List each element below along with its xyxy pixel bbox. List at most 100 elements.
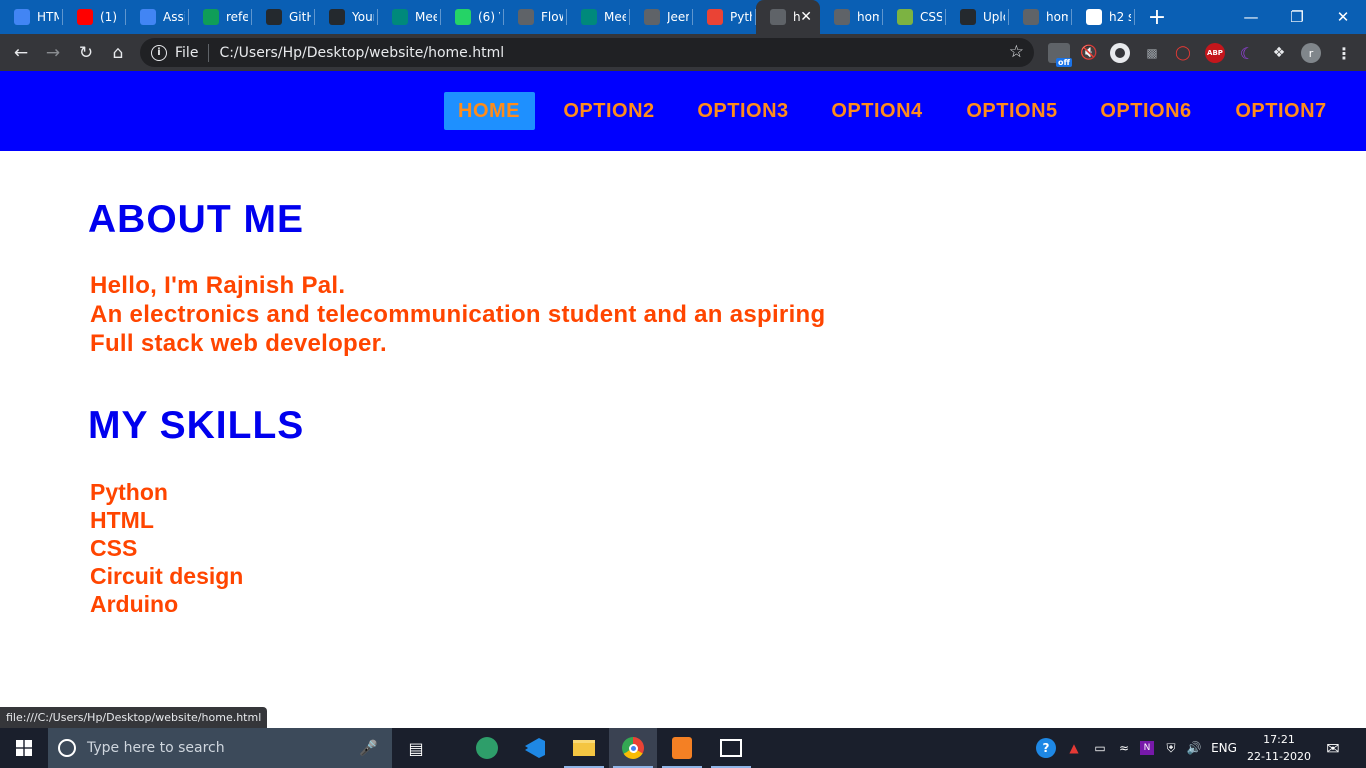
nav-item-option2[interactable]: OPTION2 [554,92,664,130]
stats-extension-icon[interactable]: ▩ [1142,43,1162,63]
browser-tab[interactable]: refer [189,0,252,34]
tab-title: (1) N [100,10,122,24]
file-explorer-icon[interactable] [560,728,608,768]
address-bar[interactable]: i File C:/Users/Hp/Desktop/website/home.… [140,38,1034,67]
battery-icon[interactable]: ▭ [1090,728,1110,768]
windows-taskbar: Type here to search 🎤 ▤ ? ▲ ▭ ≈ N ⛨ 🔊 EN… [0,728,1366,768]
record-extension-icon[interactable] [1110,43,1130,63]
nav-item-option6[interactable]: OPTION6 [1091,92,1201,130]
bookmark-star-icon[interactable]: ☆ [1009,42,1024,62]
vscode-app-icon[interactable] [511,728,559,768]
globe-icon [834,9,850,25]
browser-tab[interactable]: hom [820,0,883,34]
globe-icon [644,9,660,25]
chrome-app-icon[interactable] [609,728,657,768]
extensions-puzzle-icon[interactable]: ❖ [1269,43,1289,63]
nav-item-option7[interactable]: OPTION7 [1226,92,1336,130]
tab-list: HTM (1) N Assi refer GitH Your Mee (6) V Flow Mee… [0,0,1135,34]
about-line: An electronics and telecommunication stu… [90,301,826,328]
forward-button[interactable]: → [40,40,66,66]
nav-item-option3[interactable]: OPTION3 [688,92,798,130]
back-button[interactable]: ← [8,40,34,66]
skill-item: Arduino [90,591,179,617]
menu-kebab-icon[interactable]: ⋮ [1334,43,1354,63]
taskbar-search[interactable]: Type here to search 🎤 [48,728,392,768]
dark-mode-icon[interactable]: ☾ [1237,43,1257,63]
info-icon[interactable]: i [151,44,167,61]
start-button[interactable] [0,728,48,768]
address-scheme-label: File [175,44,199,61]
about-line: Hello, I'm Rajnish Pal. [90,272,346,299]
search-placeholder: Type here to search [87,740,225,756]
tab-title: Uplo [983,10,1005,24]
tab-title: Mee [415,10,437,24]
browser-tab[interactable]: Your [315,0,378,34]
tab-title: refer [226,10,248,24]
browser-tab[interactable]: Assi [126,0,189,34]
globe-icon [1023,9,1039,25]
browser-tab[interactable]: Jeen [630,0,693,34]
tab-title: Flow [541,10,563,24]
tab-title: GitH [289,10,311,24]
browser-tab[interactable]: h2 s [1072,0,1135,34]
browser-tab[interactable]: (6) V [441,0,504,34]
chatgpt-app-icon[interactable] [463,728,511,768]
microphone-icon[interactable]: 🎤 [359,739,378,757]
acrobat-icon[interactable]: ▲ [1064,728,1084,768]
clock-time: 17:21 [1263,733,1295,746]
tab-title: (6) V [478,10,500,24]
onenote-icon[interactable]: N [1138,728,1156,768]
github-icon [329,9,345,25]
notifications-icon[interactable]: ✉ [1320,728,1346,768]
about-heading: ABOUT ME [88,198,304,241]
tab-title: Jeen [667,10,689,24]
nav-item-home[interactable]: HOME [443,92,535,130]
volume-icon[interactable]: 🔊 [1184,728,1204,768]
docs-icon [140,9,156,25]
profile-avatar[interactable]: r [1301,43,1321,63]
browser-tab[interactable]: GitH [252,0,315,34]
sublime-app-icon[interactable] [658,728,706,768]
browser-tab[interactable]: h ✕ [756,0,820,34]
skill-item: Python [90,479,168,505]
browser-tab[interactable]: HTM [0,0,63,34]
new-tab-button[interactable]: + [1135,0,1179,34]
mouse-extension-icon[interactable]: ◯ [1173,43,1193,63]
browser-tab[interactable]: Pyth [693,0,756,34]
nav-item-option5[interactable]: OPTION5 [957,92,1067,130]
language-indicator[interactable]: ENG [1208,728,1240,768]
gmail-icon [707,9,723,25]
browser-tab[interactable]: Flow [504,0,567,34]
browser-tab[interactable]: CSS [883,0,946,34]
address-url[interactable]: C:/Users/Hp/Desktop/website/home.html [219,45,504,61]
extension-toggle-icon[interactable]: off [1048,43,1072,67]
mute-tab-icon[interactable]: 🔇 [1079,43,1099,63]
browser-tab[interactable]: Mee [567,0,630,34]
nav-item-option4[interactable]: OPTION4 [822,92,932,130]
skill-item: CSS [90,535,138,561]
wifi-icon[interactable]: ≈ [1114,728,1134,768]
restore-button[interactable]: ❐ [1274,0,1320,34]
browser-tab[interactable]: Mee [378,0,441,34]
google-icon [1086,9,1102,25]
globe-icon [770,9,786,25]
vpn-shield-icon[interactable]: ⛨ [1161,728,1181,768]
adblock-icon[interactable]: ABP [1205,43,1225,63]
photos-app-icon[interactable] [707,728,755,768]
taskbar-clock[interactable]: 17:21 22-11-2020 [1244,731,1314,765]
help-icon[interactable]: ? [1034,728,1058,768]
reload-button[interactable]: ↻ [73,40,99,66]
browser-tab[interactable]: hom [1009,0,1072,34]
close-window-button[interactable]: ✕ [1320,0,1366,34]
browser-tab[interactable]: Uplo [946,0,1009,34]
windows-logo-icon [16,740,32,756]
about-text: Hello, I'm Rajnish Pal. An electronics a… [90,271,825,358]
skill-item: Circuit design [90,563,244,589]
home-button[interactable]: ⌂ [105,40,131,66]
tab-strip: HTM (1) N Assi refer GitH Your Mee (6) V Flow Mee… [0,0,1366,34]
minimize-button[interactable]: — [1228,0,1274,34]
task-view-icon[interactable]: ▤ [392,728,440,768]
browser-tab[interactable]: (1) N [63,0,126,34]
whatsapp-icon [455,9,471,25]
close-tab-icon[interactable]: ✕ [800,9,812,25]
